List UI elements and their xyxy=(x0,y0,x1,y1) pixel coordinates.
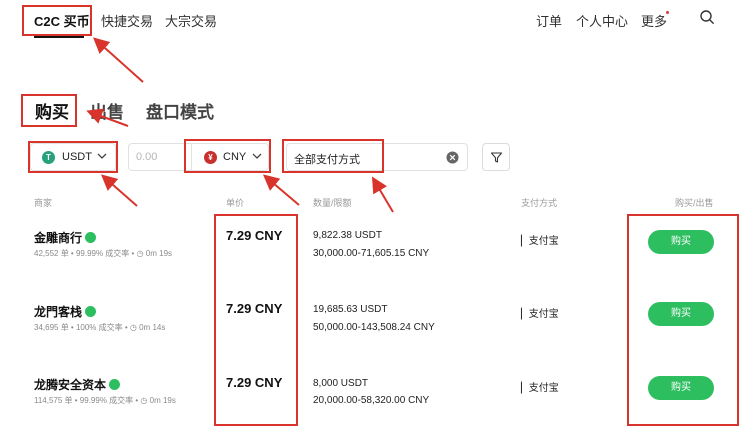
annotation-arrows xyxy=(86,37,394,213)
